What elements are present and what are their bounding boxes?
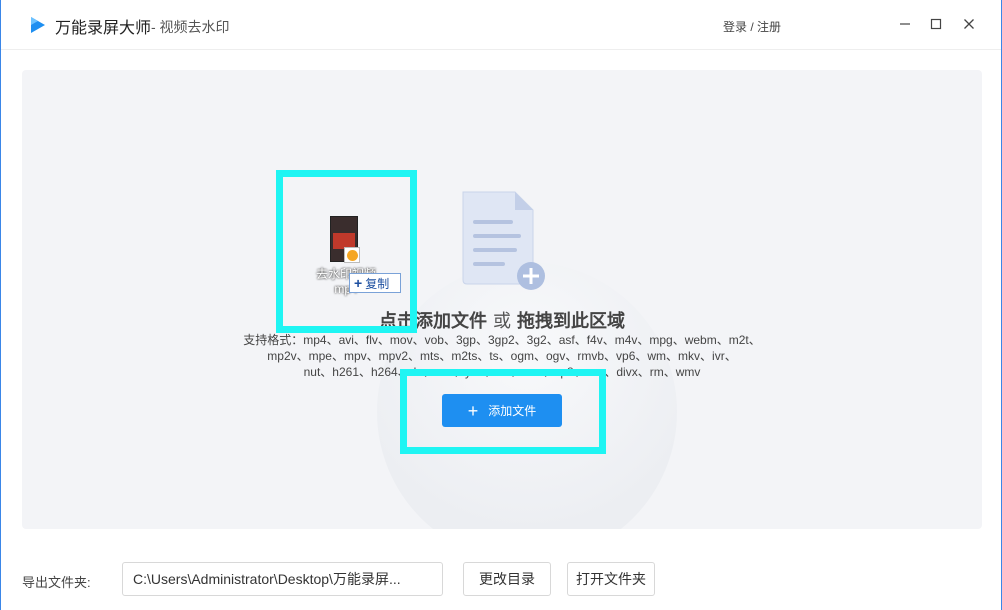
title-bar: 万能录屏大师 - 视频去水印 登录 / 注册 <box>1 0 1001 50</box>
maximize-icon <box>930 18 942 30</box>
minimize-button[interactable] <box>893 12 917 36</box>
highlight-box-dragged-file <box>276 170 417 333</box>
close-button[interactable] <box>957 12 981 36</box>
export-path-field[interactable]: C:\Users\Administrator\Desktop\万能录屏... <box>122 562 443 596</box>
app-window: 万能录屏大师 - 视频去水印 登录 / 注册 点击添加文件或拖拽到此区域 支持格… <box>0 0 1002 610</box>
minimize-icon <box>900 23 910 25</box>
open-folder-button[interactable]: 打开文件夹 <box>567 562 655 596</box>
formats-line-2: mp2v、mpe、mpv、mpv2、mts、m2ts、ts、ogm、ogv、rm… <box>267 349 737 363</box>
drop-zone-title: 点击添加文件或拖拽到此区域 <box>22 307 982 333</box>
highlight-box-add-button <box>400 369 606 454</box>
app-subtitle: - 视频去水印 <box>151 19 230 35</box>
add-document-icon <box>462 191 545 290</box>
drop-title-or: 或 <box>493 311 511 331</box>
login-register-link[interactable]: 登录 / 注册 <box>723 18 781 35</box>
change-directory-button[interactable]: 更改目录 <box>463 562 551 596</box>
close-icon <box>964 19 974 29</box>
file-drop-zone[interactable]: 点击添加文件或拖拽到此区域 支持格式：mp4、avi、flv、mov、vob、3… <box>22 70 982 529</box>
app-logo-icon <box>31 17 45 33</box>
maximize-button[interactable] <box>924 12 948 36</box>
drop-title-drag: 拖拽到此区域 <box>517 311 625 331</box>
export-folder-label: 导出文件夹: <box>22 575 91 590</box>
app-title: 万能录屏大师 <box>55 20 152 37</box>
formats-line-1: 支持格式：mp4、avi、flv、mov、vob、3gp、3gp2、3g2、as… <box>243 333 761 347</box>
